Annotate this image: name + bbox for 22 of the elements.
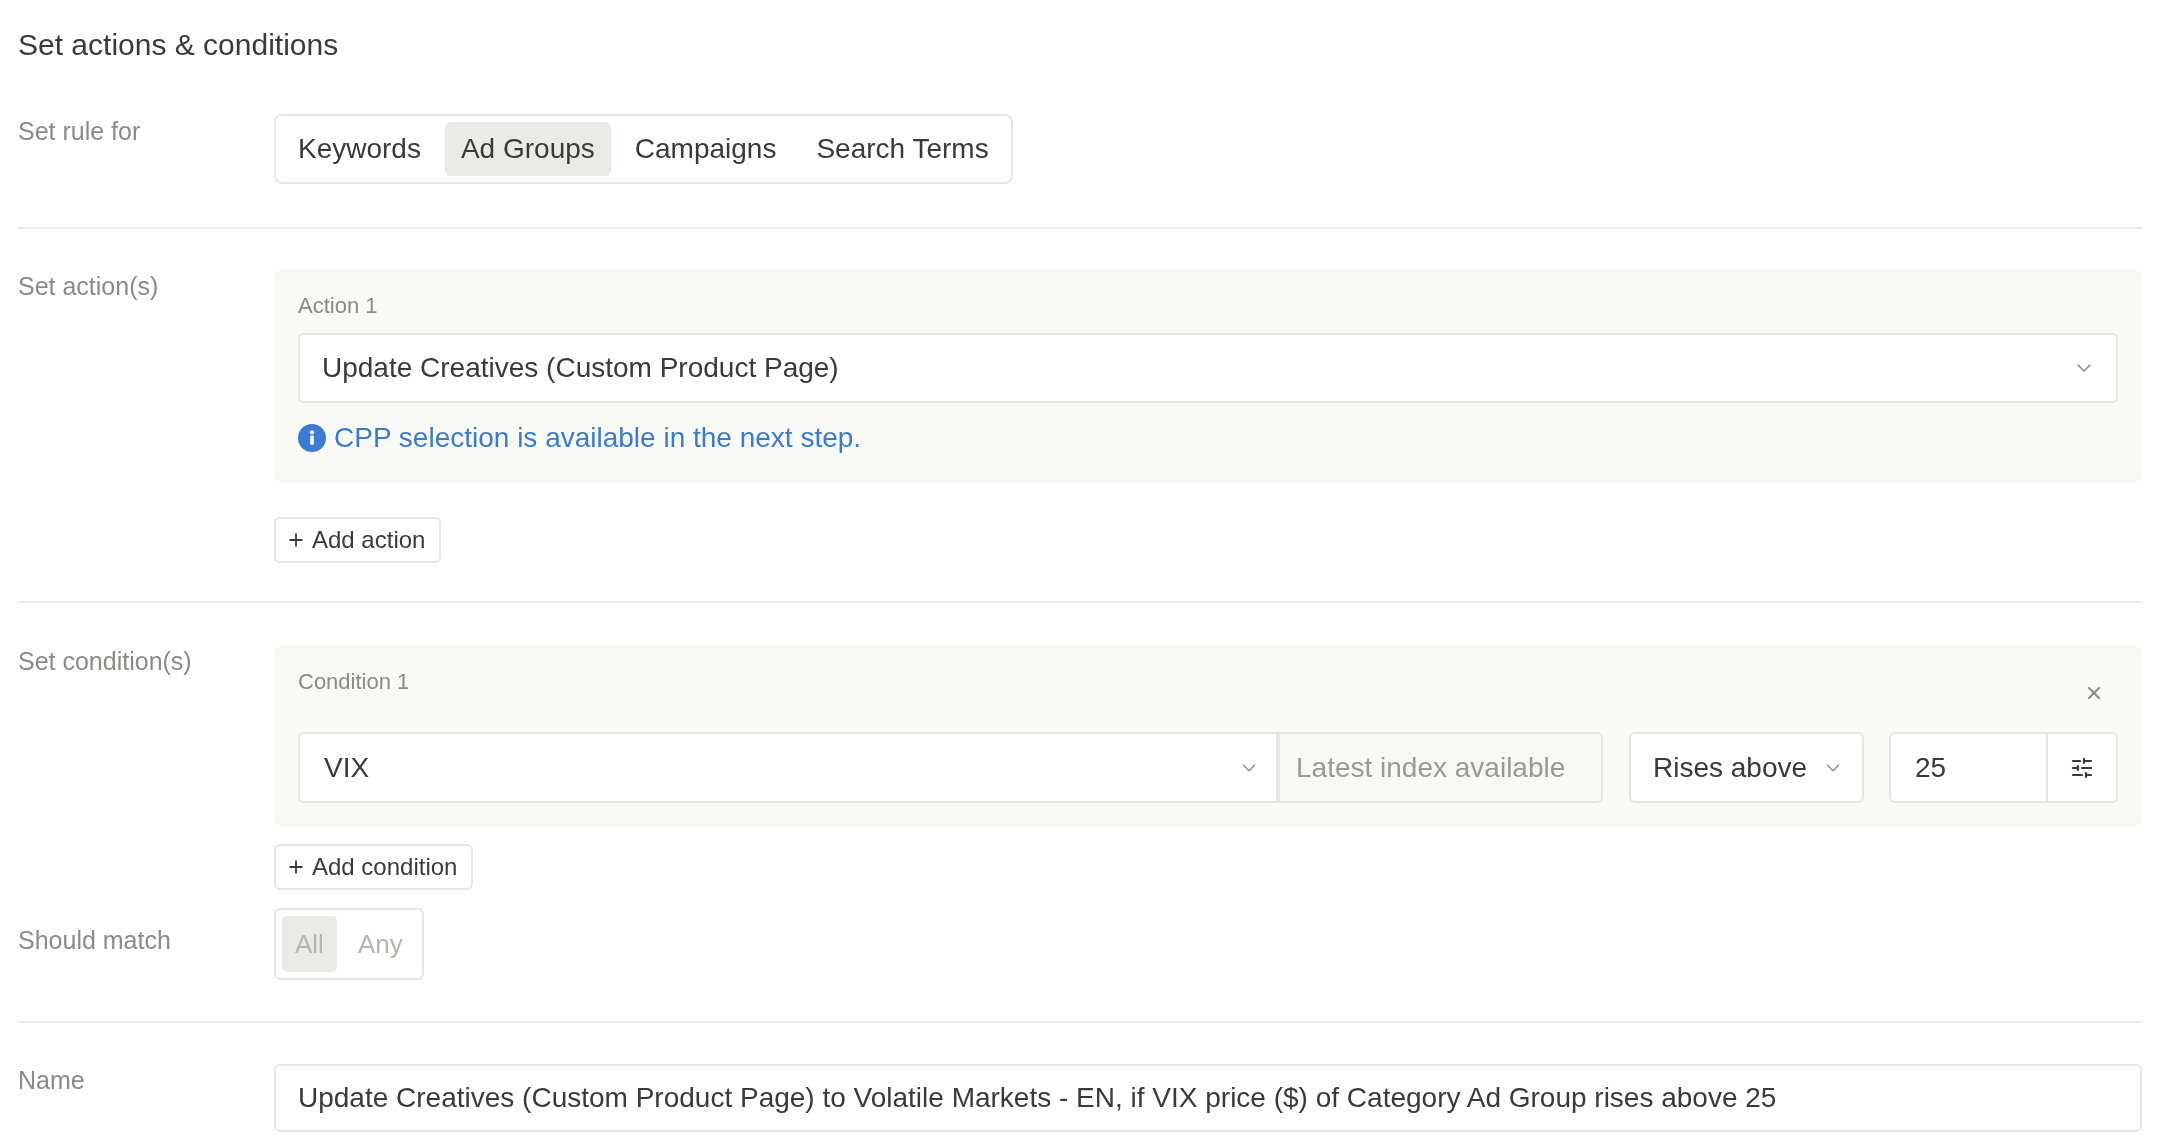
sliders-icon [2070,755,2094,780]
action-select[interactable]: Update Creatives (Custom Product Page) [298,333,2118,403]
tab[interactable]: Ad Groups [444,122,611,176]
section-label: Set rule for [18,117,141,145]
condition-title: Condition 1 [298,669,410,695]
action-title: Action 1 [298,293,378,319]
section-label: Set action(s) [18,272,159,300]
info-icon [298,424,326,452]
page-title: Set actions & conditions [18,27,340,63]
operator-select[interactable]: Rises above [1629,732,1864,803]
plus-icon [286,530,306,550]
value-input[interactable]: 25 [1889,732,2048,803]
settings-button[interactable] [2048,732,2118,803]
add-button[interactable]: Add action [274,517,442,563]
plus-icon [286,857,306,877]
section-label: Set condition(s) [18,647,192,675]
section-label: Should match [18,926,171,954]
section-label: Name [18,1066,85,1094]
add-button[interactable]: Add condition [274,844,474,890]
info-note: CPP selection is available in the next step. [334,421,862,455]
name-input[interactable]: Update Creatives (Custom Product Page) to Volatile Markets - EN, if VIX price ($) of Category Ad Group rises above 25 [274,1064,2142,1132]
metric-select[interactable]: VIX [298,732,1278,803]
